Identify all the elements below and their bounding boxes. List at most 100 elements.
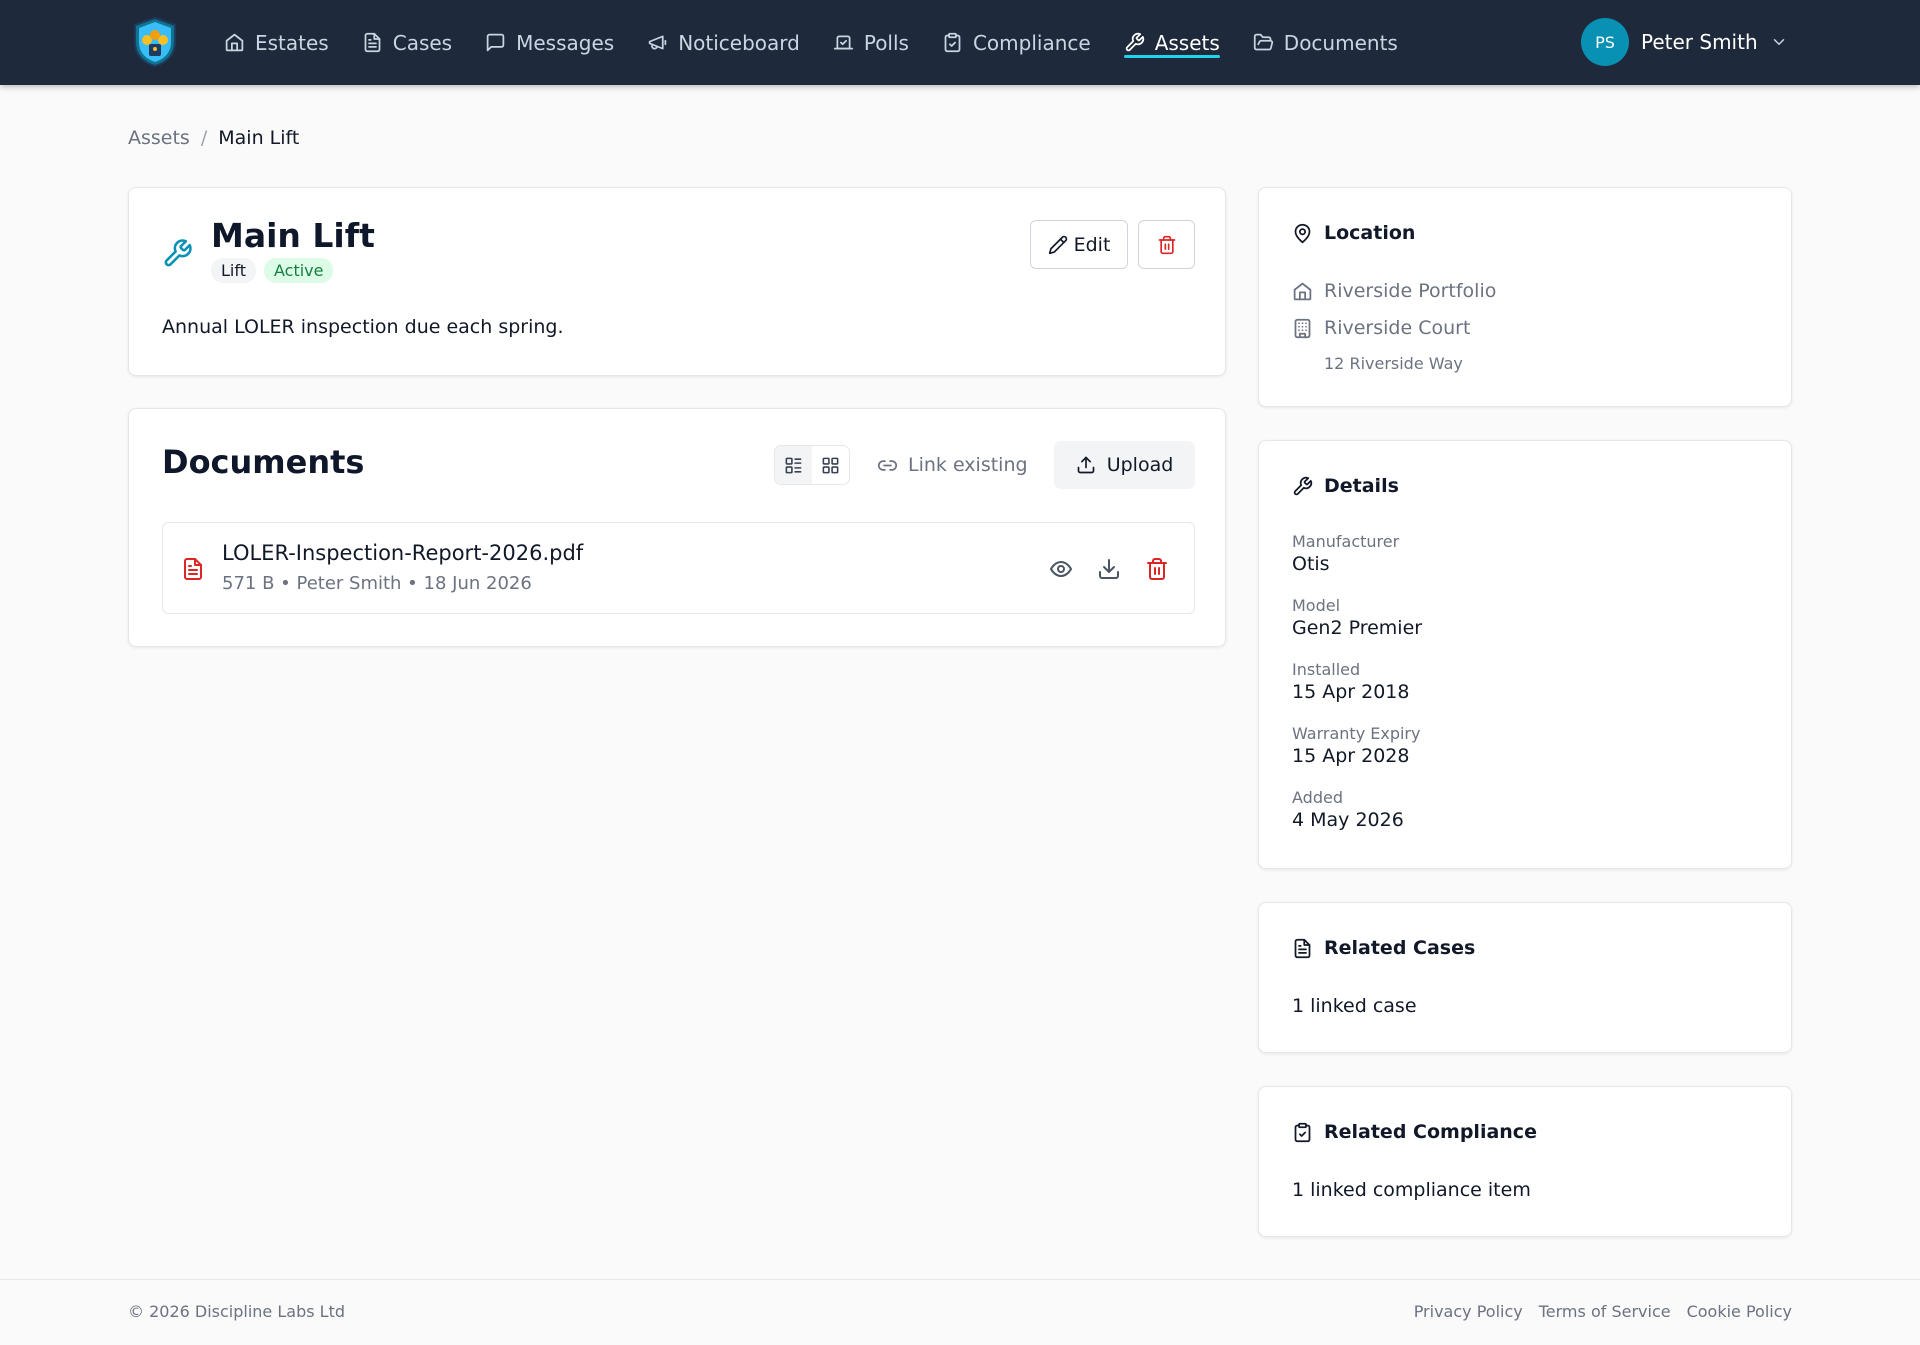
- detail-value: Otis: [1292, 553, 1330, 575]
- top-navbar: Estates Cases Messages Noticeboard Polls: [0, 0, 1920, 85]
- nav-item-documents[interactable]: Documents: [1253, 0, 1398, 85]
- detail-value: 4 May 2026: [1292, 809, 1404, 831]
- copyright: © 2026 Discipline Labs Ltd: [128, 1302, 345, 1321]
- related-cases-card: Related Cases 1 linked case: [1258, 902, 1792, 1053]
- details-heading: Details: [1292, 475, 1399, 497]
- message-square-icon: [485, 32, 506, 53]
- detail-value: Gen2 Premier: [1292, 617, 1423, 639]
- nav-item-label: Cases: [392, 30, 453, 55]
- list-view-button[interactable]: [775, 446, 812, 484]
- breadcrumb-separator: /: [200, 127, 208, 149]
- clipboard-check-icon: [1292, 1122, 1313, 1143]
- file-text-icon: [362, 32, 383, 53]
- terms-of-service-link[interactable]: Terms of Service: [1539, 1302, 1671, 1321]
- page-title: Main Lift: [211, 216, 375, 255]
- detail-model: Model Gen2 Premier: [1292, 596, 1422, 639]
- related-compliance-card: Related Compliance 1 linked compliance i…: [1258, 1086, 1792, 1237]
- nav-item-label: Assets: [1154, 30, 1220, 55]
- upload-icon: [1076, 455, 1096, 475]
- nav-item-label: Compliance: [972, 30, 1091, 55]
- download-icon[interactable]: [1097, 557, 1121, 581]
- asset-header-card: Main Lift Lift Active Annual LOLER inspe…: [128, 187, 1226, 376]
- delete-asset-button[interactable]: [1138, 220, 1195, 269]
- portfolio-link[interactable]: Riverside Portfolio: [1292, 280, 1496, 302]
- pdf-file-icon: [181, 555, 205, 583]
- detail-value: 15 Apr 2018: [1292, 681, 1410, 703]
- link-existing-button[interactable]: Link existing: [877, 445, 1028, 485]
- asset-tags: Lift Active: [211, 258, 341, 283]
- detail-warranty-expiry: Warranty Expiry 15 Apr 2028: [1292, 724, 1420, 767]
- view-toggle: [774, 445, 850, 485]
- privacy-policy-link[interactable]: Privacy Policy: [1414, 1302, 1523, 1321]
- building-name: Riverside Court: [1324, 317, 1471, 339]
- nav-item-cases[interactable]: Cases: [362, 0, 452, 85]
- link-icon: [877, 455, 898, 476]
- file-text-icon: [1292, 938, 1313, 959]
- nav-item-estates[interactable]: Estates: [224, 0, 329, 85]
- documents-heading: Documents: [162, 443, 365, 481]
- folder-open-icon: [1253, 32, 1274, 53]
- portfolio-name: Riverside Portfolio: [1324, 280, 1497, 302]
- cookie-policy-link[interactable]: Cookie Policy: [1687, 1302, 1792, 1321]
- home-icon: [224, 32, 245, 53]
- related-compliance-summary[interactable]: 1 linked compliance item: [1292, 1179, 1531, 1201]
- file-name[interactable]: LOLER-Inspection-Report-2026.pdf: [222, 541, 583, 565]
- building-icon: [1292, 318, 1313, 339]
- chevron-down-icon: [1770, 33, 1788, 51]
- detail-manufacturer: Manufacturer Otis: [1292, 532, 1399, 575]
- file-meta: 571 B • Peter Smith • 18 Jun 2026: [222, 573, 532, 594]
- detail-added: Added 4 May 2026: [1292, 788, 1404, 831]
- detail-value: 15 Apr 2028: [1292, 745, 1410, 767]
- user-menu[interactable]: PS Peter Smith: [1581, 17, 1788, 67]
- documents-card: Documents Link existing Upload LOLER-Ins…: [128, 408, 1226, 647]
- grid-view-button[interactable]: [812, 446, 849, 484]
- map-pin-icon: [1292, 223, 1313, 244]
- nav-item-compliance[interactable]: Compliance: [942, 0, 1091, 85]
- clipboard-check-icon: [942, 32, 963, 53]
- breadcrumb-current: Main Lift: [218, 127, 300, 149]
- status-badge: Active: [263, 258, 334, 283]
- details-heading-label: Details: [1324, 475, 1399, 497]
- wrench-icon: [1292, 476, 1313, 497]
- upload-button[interactable]: Upload: [1054, 441, 1195, 489]
- related-cases-label: Related Cases: [1324, 937, 1476, 959]
- related-compliance-heading: Related Compliance: [1292, 1121, 1537, 1143]
- location-heading-label: Location: [1324, 222, 1416, 244]
- detail-label: Warranty Expiry: [1292, 724, 1421, 743]
- pencil-icon: [1048, 235, 1068, 255]
- nav-item-messages[interactable]: Messages: [485, 0, 614, 85]
- trash-icon[interactable]: [1145, 557, 1169, 581]
- detail-label: Model: [1292, 596, 1341, 615]
- related-cases-heading: Related Cases: [1292, 937, 1475, 959]
- building-address: 12 Riverside Way: [1324, 354, 1463, 373]
- shield-logo-icon[interactable]: [131, 16, 179, 68]
- user-name: Peter Smith: [1641, 30, 1758, 54]
- main-nav: Estates Cases Messages Noticeboard Polls: [224, 0, 1431, 85]
- nav-item-polls[interactable]: Polls: [833, 0, 909, 85]
- wrench-icon: [162, 238, 193, 269]
- building-link[interactable]: Riverside Court: [1292, 317, 1470, 339]
- detail-installed: Installed 15 Apr 2018: [1292, 660, 1409, 703]
- nav-item-label: Estates: [255, 30, 329, 55]
- nav-item-label: Noticeboard: [678, 30, 800, 55]
- footer-links: Privacy Policy Terms of Service Cookie P…: [1398, 1302, 1792, 1321]
- nav-item-assets[interactable]: Assets: [1123, 0, 1220, 85]
- edit-button-label: Edit: [1073, 233, 1111, 256]
- nav-item-noticeboard[interactable]: Noticeboard: [647, 0, 800, 85]
- location-heading: Location: [1292, 222, 1415, 244]
- nav-item-label: Polls: [863, 30, 909, 55]
- list-item[interactable]: LOLER-Inspection-Report-2026.pdf 571 B •…: [162, 522, 1195, 614]
- vote-icon: [833, 32, 854, 53]
- grid-view-icon: [821, 456, 840, 475]
- breadcrumb-assets-link[interactable]: Assets: [128, 127, 190, 149]
- link-existing-label: Link existing: [908, 454, 1028, 476]
- edit-button[interactable]: Edit: [1030, 220, 1128, 269]
- home-icon: [1292, 281, 1313, 302]
- details-card: Details Manufacturer Otis Model Gen2 Pre…: [1258, 440, 1792, 869]
- related-cases-summary[interactable]: 1 linked case: [1292, 995, 1417, 1017]
- asset-description: Annual LOLER inspection due each spring.: [162, 316, 564, 338]
- trash-icon: [1157, 235, 1177, 255]
- eye-icon[interactable]: [1049, 557, 1073, 581]
- breadcrumb: Assets / Main Lift: [128, 127, 299, 149]
- avatar: PS: [1581, 18, 1629, 66]
